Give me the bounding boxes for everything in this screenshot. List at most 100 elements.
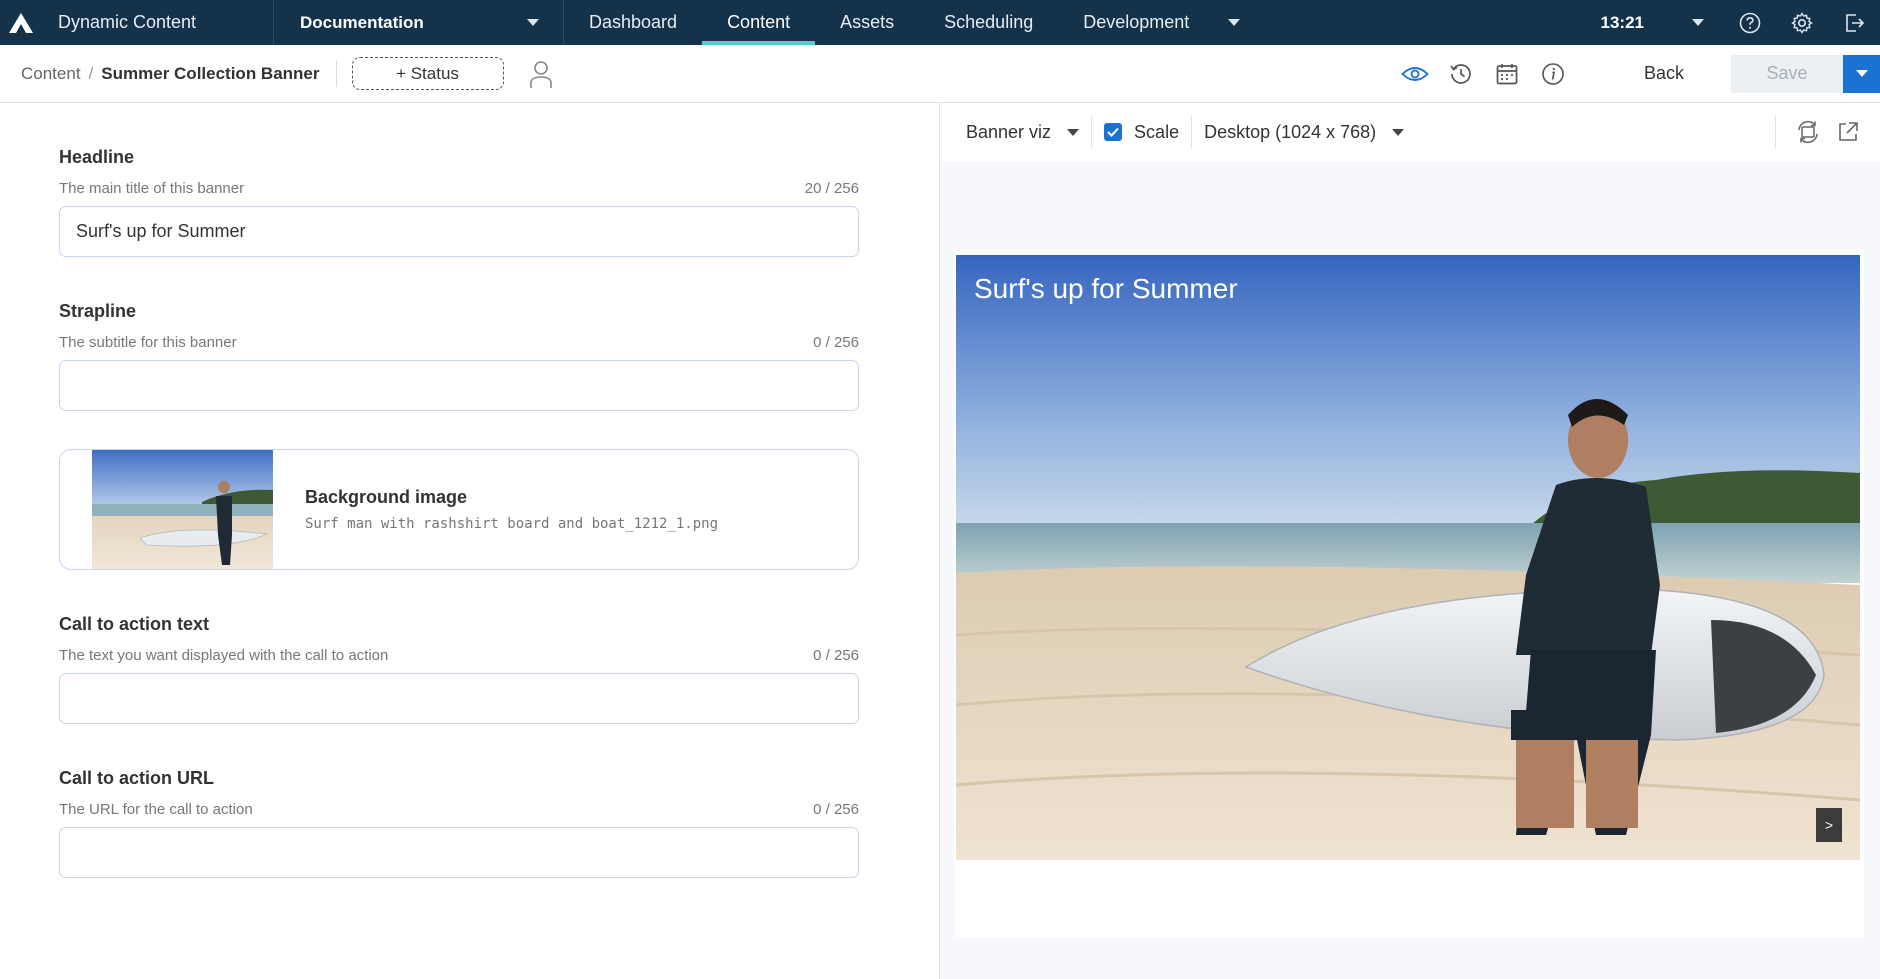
character-count: 20 / 256 <box>804 180 859 197</box>
preview-stage: Surf's up for Summer > <box>954 249 1864 937</box>
banner-next-button[interactable]: > <box>1816 808 1842 842</box>
field-description: The main title of this banner <box>59 180 245 197</box>
check-icon <box>1107 127 1119 137</box>
logout-button[interactable] <box>1828 0 1880 45</box>
headline-input[interactable]: Surf's up for Summer <box>59 206 859 257</box>
divider <box>1191 116 1193 148</box>
headline-field: Headline The main title of this banner 2… <box>59 147 859 257</box>
nav-right: 13:21 <box>1601 0 1880 45</box>
field-meta: The URL for the call to action 0 / 256 <box>59 801 859 818</box>
divider <box>335 60 337 87</box>
clock: 13:21 <box>1600 12 1644 32</box>
info-icon <box>1542 62 1564 85</box>
tab-development[interactable]: Development <box>1058 0 1214 45</box>
history-button[interactable] <box>1438 52 1484 96</box>
refresh-icon <box>1798 120 1818 144</box>
banner-headline: Surf's up for Summer <box>974 273 1238 304</box>
help-icon <box>1739 12 1761 33</box>
chevron-down-icon <box>1067 128 1080 136</box>
app-logo-icon[interactable] <box>0 0 42 45</box>
strapline-input[interactable] <box>59 360 859 411</box>
character-count: 0 / 256 <box>813 647 859 664</box>
background-image-thumbnail <box>92 450 273 569</box>
content-form: Headline The main title of this banner 2… <box>59 103 859 878</box>
schedule-button[interactable] <box>1484 52 1530 96</box>
calendar-icon <box>1496 63 1518 84</box>
eye-icon <box>1401 66 1429 81</box>
refresh-preview-button[interactable] <box>1788 112 1828 152</box>
tab-assets[interactable]: Assets <box>815 0 919 45</box>
character-count: 0 / 256 <box>813 801 859 818</box>
breadcrumb-current: Summer Collection Banner <box>101 63 320 83</box>
top-navigation: Dynamic Content Documentation Dashboard … <box>0 0 1880 45</box>
field-label: Call to action text <box>59 614 210 634</box>
character-count: 0 / 256 <box>813 334 859 351</box>
background-image-filename: Surf man with rashshirt board and boat_1… <box>305 516 719 532</box>
strapline-field: Strapline The subtitle for this banner 0… <box>59 301 859 411</box>
breadcrumb-root[interactable]: Content <box>21 64 81 84</box>
divider <box>1775 116 1776 148</box>
info-button[interactable] <box>1530 52 1576 96</box>
field-meta: The text you want displayed with the cal… <box>59 647 859 664</box>
external-link-icon <box>1839 122 1858 141</box>
breadcrumb: Content / Summer Collection Banner <box>0 64 320 84</box>
header-actions: Back Save <box>1392 45 1880 103</box>
history-icon <box>1450 63 1471 84</box>
background-image-label: Background image <box>305 487 468 507</box>
divider <box>1091 116 1093 148</box>
logout-icon <box>1846 13 1865 32</box>
open-external-button[interactable] <box>1828 112 1868 152</box>
background-image-info: Background image Surf man with rashshirt… <box>305 487 718 532</box>
cta-text-input[interactable] <box>59 673 859 724</box>
chevron-down-icon <box>1855 70 1868 77</box>
clock-menu-button[interactable] <box>1672 0 1724 45</box>
scale-checkbox[interactable] <box>1104 123 1123 141</box>
settings-button[interactable] <box>1776 0 1828 45</box>
hub-selector[interactable]: Documentation <box>274 0 564 45</box>
tab-content[interactable]: Content <box>702 0 816 45</box>
cta-url-input[interactable] <box>59 827 859 878</box>
field-meta: The main title of this banner 20 / 256 <box>59 180 859 197</box>
field-label: Call to action URL <box>59 768 215 788</box>
add-status-button[interactable]: + Status <box>351 57 504 90</box>
more-tabs-button[interactable] <box>1214 0 1254 45</box>
cta-text-field: Call to action text The text you want di… <box>59 614 859 724</box>
main-tabs: Dashboard Content Assets Scheduling Deve… <box>564 0 1254 45</box>
help-button[interactable] <box>1724 0 1776 45</box>
cta-url-field: Call to action URL The URL for the call … <box>59 768 859 878</box>
tab-dashboard[interactable]: Dashboard <box>564 0 702 45</box>
field-description: The text you want displayed with the cal… <box>59 647 389 664</box>
field-meta: The subtitle for this banner 0 / 256 <box>59 334 859 351</box>
assign-user-button[interactable] <box>526 57 556 91</box>
back-button[interactable]: Back <box>1624 63 1704 84</box>
preview-panel: Banner viz Scale Desktop (1024 x 768) Su… <box>940 103 1880 979</box>
field-description: The URL for the call to action <box>59 801 253 818</box>
preview-toolbar: Banner viz Scale Desktop (1024 x 768) <box>940 103 1880 161</box>
chevron-down-icon <box>527 19 539 26</box>
device-select-label: Desktop (1024 x 768) <box>1204 121 1377 142</box>
background-image-card[interactable]: Background image Surf man with rashshirt… <box>59 449 859 570</box>
preview-button[interactable] <box>1392 52 1438 96</box>
chevron-down-icon <box>1228 19 1241 26</box>
preview-actions <box>1763 112 1880 152</box>
banner-background-image <box>956 255 1860 860</box>
gear-icon <box>1791 11 1813 34</box>
visualization-select[interactable]: Banner viz <box>966 121 1080 143</box>
save-button[interactable]: Save <box>1731 54 1843 93</box>
content-item-header: Content / Summer Collection Banner + Sta… <box>0 45 1880 103</box>
banner-preview[interactable]: Surf's up for Summer > <box>956 255 1860 860</box>
chevron-down-icon <box>1392 128 1405 136</box>
visualization-select-label: Banner viz <box>966 121 1052 142</box>
hub-selector-label: Documentation <box>300 12 424 32</box>
user-icon <box>529 60 552 88</box>
device-select[interactable]: Desktop (1024 x 768) <box>1204 121 1405 143</box>
field-description: The subtitle for this banner <box>59 334 237 351</box>
scale-label: Scale <box>1134 121 1180 142</box>
save-options-button[interactable] <box>1843 54 1880 93</box>
breadcrumb-separator: / <box>88 63 94 83</box>
field-label: Headline <box>59 147 135 167</box>
field-label: Strapline <box>59 301 137 321</box>
chevron-down-icon <box>1692 19 1704 26</box>
app-title: Dynamic Content <box>42 0 274 45</box>
tab-scheduling[interactable]: Scheduling <box>919 0 1058 45</box>
